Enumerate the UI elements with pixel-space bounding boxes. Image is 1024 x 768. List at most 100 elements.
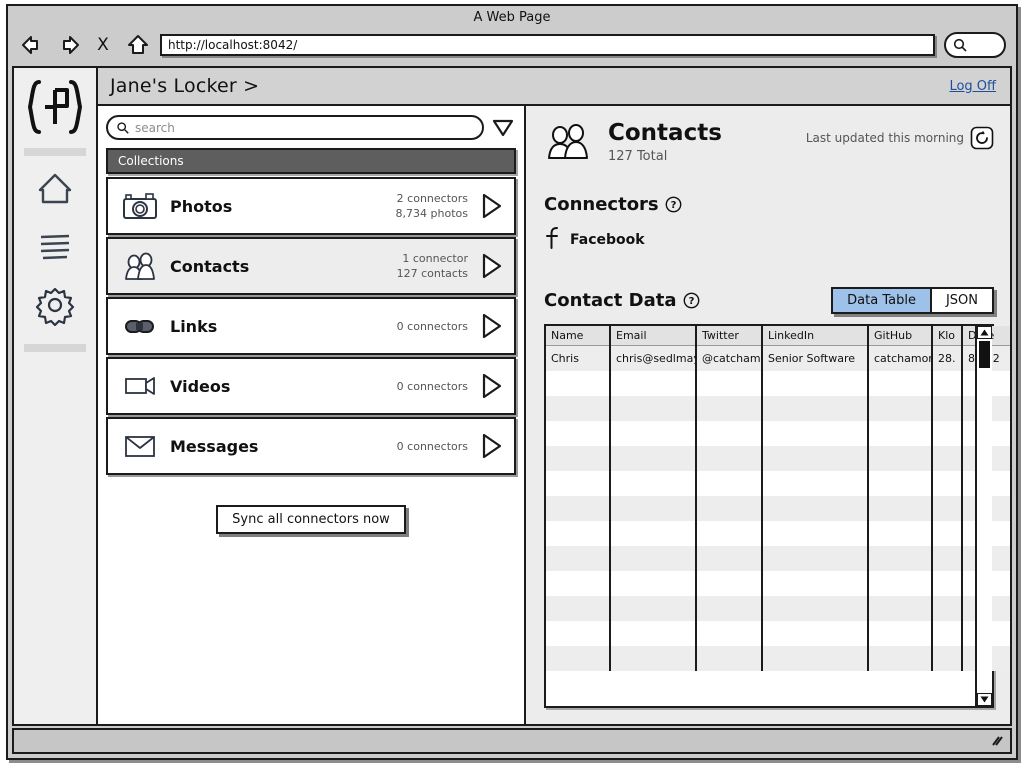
table-cell-empty [868, 420, 933, 446]
people-icon [120, 252, 160, 281]
table-vertical-scrollbar[interactable] [975, 326, 992, 706]
app-icon-rail [14, 68, 98, 724]
table-cell-empty [696, 420, 763, 446]
home-icon[interactable] [125, 32, 151, 58]
collection-meta: 1 connector 127 contacts [397, 251, 468, 281]
row-arrow-icon [482, 313, 502, 339]
scroll-down-arrow-icon[interactable] [977, 693, 992, 706]
rail-item-activity[interactable] [32, 224, 78, 270]
connectors-heading: Connectors ? [544, 194, 994, 215]
tab-data-table[interactable]: Data Table [831, 287, 932, 314]
table-cell-empty [932, 470, 963, 496]
collection-row[interactable]: Links 0 connectors [106, 297, 516, 355]
table-row-empty [546, 645, 1010, 671]
collection-meta: 0 connectors [397, 319, 468, 334]
sync-all-connectors-button[interactable]: Sync all connectors now [216, 505, 406, 534]
collection-connectors: 2 connectors [396, 192, 468, 205]
collection-row[interactable]: Photos 2 connectors 8,734 photos [106, 177, 516, 235]
envelope-icon [124, 436, 155, 457]
url-input[interactable]: http://localhost:8042/ [160, 34, 935, 56]
collection-open-arrow-icon[interactable] [478, 253, 506, 279]
row-arrow-icon [482, 253, 502, 279]
table-cell-empty [932, 520, 963, 546]
collection-row[interactable]: Messages 0 connectors [106, 417, 516, 475]
collection-row[interactable]: Videos 0 connectors [106, 357, 516, 415]
table-column-header[interactable]: Email [610, 326, 697, 346]
table-cell-empty [696, 395, 763, 421]
table-cell-empty [868, 495, 933, 521]
table-row[interactable]: Chrischris@sedlmayr.@catchamonSenior Sof… [546, 345, 1010, 371]
table-column-header[interactable]: Klo [932, 326, 963, 346]
connector-item[interactable]: Facebook [544, 224, 994, 255]
back-arrow-icon[interactable] [20, 32, 46, 58]
filter-triangle-icon[interactable] [490, 116, 516, 140]
rail-divider-bottom [24, 344, 86, 352]
summary-text: Contacts 127 Total [608, 120, 722, 164]
table-cell-empty [932, 570, 963, 596]
contact-data-table-wrap: NameEmailTwitterLinkedInGitHubKloDate Ch… [544, 324, 1010, 708]
sync-button-wrap: Sync all connectors now [106, 505, 516, 534]
rail-divider [24, 148, 86, 156]
video-camera-icon [124, 377, 155, 395]
help-circle-icon[interactable]: ? [665, 196, 682, 213]
table-cell-empty [610, 595, 697, 621]
table-cell-empty [696, 595, 763, 621]
content-column: Jane's Locker > Log Off search Collectio… [98, 68, 1010, 724]
last-updated-wrap: Last updated this morning [806, 120, 994, 150]
rail-item-home[interactable] [32, 166, 78, 212]
stop-label: X [97, 35, 109, 55]
collection-meta: 0 connectors [397, 439, 468, 454]
browser-search-box[interactable] [944, 32, 1006, 58]
rail-item-settings[interactable] [32, 282, 78, 328]
table-cell-empty [868, 520, 933, 546]
table-column-header[interactable]: Name [546, 326, 611, 346]
collection-open-arrow-icon[interactable] [478, 193, 506, 219]
table-column-header[interactable]: Twitter [696, 326, 763, 346]
tab-json[interactable]: JSON [931, 287, 994, 314]
table-cell-empty [696, 520, 763, 546]
table-cell-empty [546, 395, 611, 421]
collection-row[interactable]: Contacts 1 connector 127 contacts [106, 237, 516, 295]
table-cell-empty [610, 645, 697, 671]
table-row-empty [546, 395, 1010, 421]
table-cell: Chris [546, 345, 611, 371]
contact-data-table: NameEmailTwitterLinkedInGitHubKloDate Ch… [546, 326, 1010, 706]
scroll-up-arrow-icon[interactable] [977, 326, 992, 339]
scrollbar-track[interactable] [978, 339, 991, 693]
help-circle-icon[interactable]: ? [683, 292, 700, 309]
table-row-empty [546, 420, 1010, 446]
table-cell-empty [762, 520, 869, 546]
refresh-icon[interactable] [970, 126, 994, 150]
search-row: search [106, 115, 516, 140]
logoff-link[interactable]: Log Off [949, 79, 996, 94]
table-column-header[interactable]: LinkedIn [762, 326, 869, 346]
resize-grip-icon[interactable] [990, 734, 1004, 748]
collections-header: Collections [106, 148, 516, 174]
table-column-header[interactable]: GitHub [868, 326, 933, 346]
collection-open-arrow-icon[interactable] [478, 433, 506, 459]
collection-label: Messages [170, 436, 259, 456]
table-cell-empty [932, 620, 963, 646]
table-cell-empty [696, 570, 763, 596]
envelope-icon [120, 432, 160, 460]
page-title: Jane's Locker > [110, 75, 260, 97]
connector-list: Facebook [544, 224, 994, 255]
table-cell-empty [610, 445, 697, 471]
table-cell-empty [932, 495, 963, 521]
stop-icon[interactable]: X [90, 32, 116, 58]
search-input[interactable]: search [106, 115, 484, 140]
collection-count: 8,734 photos [395, 207, 468, 220]
detail-total: 127 Total [608, 149, 668, 164]
svg-text:?: ? [670, 200, 676, 211]
forward-arrow-icon[interactable] [55, 32, 81, 58]
app-logo[interactable] [23, 76, 87, 138]
scrollbar-thumb[interactable] [979, 341, 990, 368]
video-camera-icon [120, 372, 160, 400]
collection-connectors: 1 connector [402, 252, 468, 265]
collection-open-arrow-icon[interactable] [478, 313, 506, 339]
table-cell-empty [762, 395, 869, 421]
table-cell-empty [868, 570, 933, 596]
table-body: Chrischris@sedlmayr.@catchamonSenior Sof… [546, 345, 1010, 671]
page-viewport: Jane's Locker > Log Off search Collectio… [12, 66, 1012, 726]
collection-open-arrow-icon[interactable] [478, 373, 506, 399]
